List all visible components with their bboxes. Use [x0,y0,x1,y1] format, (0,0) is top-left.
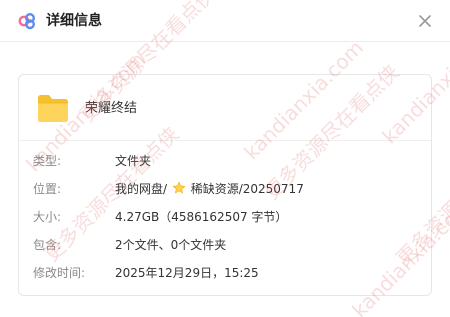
dialog-header: 详细信息 [0,0,450,42]
detail-row-contains: 包含: 2个文件、0个文件夹 [19,235,431,255]
detail-row-type: 类型: 文件夹 [19,151,431,171]
star-icon [172,181,186,194]
detail-row-modified-time: 修改时间: 2025年12月29日，15:25 [19,263,431,283]
modified-time-value: 2025年12月29日，15:25 [115,266,259,280]
size-label: 大小: [33,210,62,224]
type-value: 文件夹 [115,154,152,168]
file-info-icon [18,13,35,30]
close-icon[interactable] [416,12,434,30]
location-prefix: 我的网盘/ [115,182,168,196]
location-value: 我的网盘/ 稀缺资源/20250717 [115,179,304,199]
file-details-dialog: 详细信息 荣耀终结 类型: 文件夹 位置: 我的网盘/ 稀缺资源/2025071… [0,0,450,317]
dialog-title: 详细信息 [46,13,102,29]
modified-time-label: 修改时间: [33,266,86,280]
file-info-card: 荣耀终结 类型: 文件夹 位置: 我的网盘/ 稀缺资源/20250717 大小:… [18,74,432,296]
type-label: 类型: [33,154,62,168]
file-name: 荣耀终结 [85,101,138,116]
location-suffix: 稀缺资源/20250717 [190,182,304,196]
contains-value: 2个文件、0个文件夹 [115,238,227,252]
detail-row-location: 位置: 我的网盘/ 稀缺资源/20250717 [19,179,431,199]
card-divider [19,140,431,141]
contains-label: 包含: [33,238,62,252]
location-label: 位置: [33,182,62,196]
size-value: 4.27GB（4586162507 字节） [115,210,288,224]
detail-row-size: 大小: 4.27GB（4586162507 字节） [19,207,431,227]
folder-icon [38,95,68,122]
